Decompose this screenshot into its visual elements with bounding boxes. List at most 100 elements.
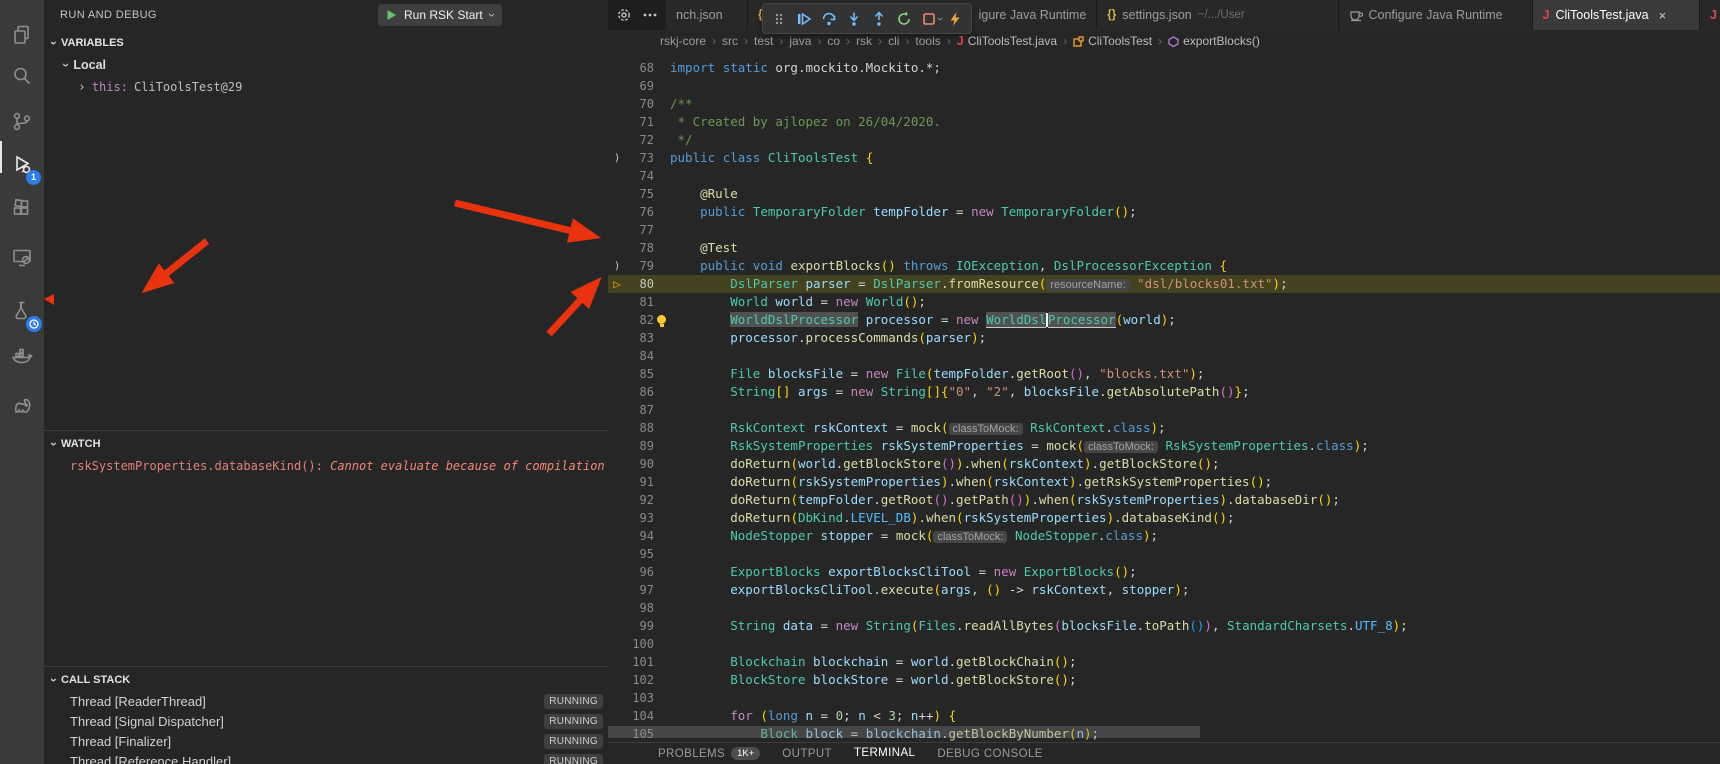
gutter-fold-column[interactable]: [608, 455, 626, 473]
gutter-fold-column[interactable]: [608, 59, 626, 77]
breadcrumb-item[interactable]: rskj-core: [660, 34, 706, 48]
breadcrumb-item[interactable]: exportBlocks(): [1168, 34, 1260, 48]
gutter-fold-column[interactable]: [608, 365, 626, 383]
code-line-88[interactable]: 88 RskContext rskContext = mock(classToM…: [608, 419, 1720, 437]
gutter-fold-column[interactable]: [608, 77, 626, 95]
gutter-fold-column[interactable]: [608, 671, 626, 689]
code-line-87[interactable]: 87: [608, 401, 1720, 419]
gutter-fold-column[interactable]: [608, 509, 626, 527]
tab-problems[interactable]: PROBLEMS 1K+: [658, 743, 760, 764]
gear-icon[interactable]: [616, 7, 632, 23]
breadcrumb-item[interactable]: java: [789, 34, 811, 48]
code-editor[interactable]: 68import static org.mockito.Mockito.*;69…: [608, 52, 1720, 764]
code-line-76[interactable]: 76 public TemporaryFolder tempFolder = n…: [608, 203, 1720, 221]
gutter-fold-column[interactable]: [608, 527, 626, 545]
code-line-78[interactable]: 78 @Test: [608, 239, 1720, 257]
gutter-fold-column[interactable]: [608, 473, 626, 491]
code-line-77[interactable]: 77: [608, 221, 1720, 239]
gutter-fold-column[interactable]: [608, 617, 626, 635]
code-line-85[interactable]: 85 File blocksFile = new File(tempFolder…: [608, 365, 1720, 383]
horizontal-scrollbar[interactable]: [608, 726, 1200, 738]
gutter-fold-column[interactable]: [608, 419, 626, 437]
source-control-icon[interactable]: [0, 102, 44, 142]
breadcrumb-item[interactable]: JCliToolsTest.java: [957, 34, 1057, 48]
code-line-97[interactable]: 97 exportBlocksCliTool.execute(args, () …: [608, 581, 1720, 599]
gutter-fold-column[interactable]: [608, 347, 626, 365]
tab-output[interactable]: OUTPUT: [782, 743, 832, 764]
gutter-fold-column[interactable]: [608, 689, 626, 707]
debug-current-line-icon[interactable]: ▷: [608, 275, 626, 293]
code-line-79[interactable]: )79 public void exportBlocks() throws IO…: [608, 257, 1720, 275]
gutter-fold-column[interactable]: [608, 131, 626, 149]
stop-dropdown-chevron-icon[interactable]: ›: [935, 17, 945, 21]
code-line-73[interactable]: )73public class CliToolsTest {: [608, 149, 1720, 167]
code-line-103[interactable]: 103: [608, 689, 1720, 707]
gutter-fold-column[interactable]: [608, 239, 626, 257]
hot-code-replace-icon[interactable]: [944, 7, 967, 31]
gutter-fold-column[interactable]: [608, 113, 626, 131]
code-line-84[interactable]: 84: [608, 347, 1720, 365]
code-line-72[interactable]: 72 */: [608, 131, 1720, 149]
code-line-104[interactable]: 104 for (long n = 0; n < 3; n++) {: [608, 707, 1720, 725]
gutter-fold-column[interactable]: [608, 401, 626, 419]
tab-settings-json[interactable]: {} settings.json ~/.../User: [1097, 0, 1338, 30]
gutter-fold-column[interactable]: [608, 437, 626, 455]
gutter-fold-column[interactable]: [608, 167, 626, 185]
docker-icon[interactable]: [0, 336, 44, 376]
close-icon[interactable]: ×: [1659, 8, 1667, 23]
gutter-fold-column[interactable]: [608, 293, 626, 311]
lightbulb-icon[interactable]: [657, 315, 666, 324]
gutter-fold-column[interactable]: [608, 599, 626, 617]
code-line-71[interactable]: 71 * Created by ajlopez on 26/04/2020.: [608, 113, 1720, 131]
run-config-dropdown[interactable]: Run RSK Start ›: [378, 4, 502, 26]
tab-launch-json[interactable]: nch.json: [666, 0, 748, 30]
code-line-100[interactable]: 100: [608, 635, 1720, 653]
code-line-102[interactable]: 102 BlockStore blockStore = world.getBlo…: [608, 671, 1720, 689]
call-stack-thread[interactable]: Thread [Reference Handler]RUNNING: [44, 751, 608, 764]
tab-clipped-next[interactable]: J: [1700, 0, 1720, 30]
code-line-98[interactable]: 98: [608, 599, 1720, 617]
code-line-75[interactable]: 75 @Rule: [608, 185, 1720, 203]
gutter-fold-column[interactable]: [608, 383, 626, 401]
call-stack-header[interactable]: › CALL STACK: [44, 669, 608, 691]
call-stack-thread[interactable]: Thread [ReaderThread]RUNNING: [44, 691, 608, 711]
gutter-fold-column[interactable]: [608, 203, 626, 221]
gutter-fold-column[interactable]: [608, 329, 626, 347]
tab-clitoolstest-java[interactable]: J CliToolsTest.java ×: [1533, 0, 1700, 30]
code-line-101[interactable]: 101 Blockchain blockchain = world.getBlo…: [608, 653, 1720, 671]
code-line-80[interactable]: ▷80 DslParser parser = DslParser.fromRes…: [608, 275, 1720, 293]
tab-configure-java-runtime[interactable]: Configure Java Runtime: [1339, 0, 1533, 30]
code-line-89[interactable]: 89 RskSystemProperties rskSystemProperti…: [608, 437, 1720, 455]
breadcrumb-item[interactable]: tools: [915, 34, 940, 48]
breadcrumb-item[interactable]: cli: [888, 34, 899, 48]
breadcrumb-item[interactable]: co: [827, 34, 840, 48]
gutter-fold-column[interactable]: [608, 707, 626, 725]
code-line-91[interactable]: 91 doReturn(rskSystemProperties).when(rs…: [608, 473, 1720, 491]
code-line-94[interactable]: 94 NodeStopper stopper = mock(classToMoc…: [608, 527, 1720, 545]
gutter-fold-column[interactable]: [608, 653, 626, 671]
breadcrumb-item[interactable]: src: [722, 34, 738, 48]
code-line-90[interactable]: 90 doReturn(world.getBlockStore()).when(…: [608, 455, 1720, 473]
breadcrumb-item[interactable]: test: [754, 34, 773, 48]
tab-terminal[interactable]: TERMINAL: [854, 743, 915, 764]
variable-this[interactable]: › this: CliToolsTest@29: [44, 76, 608, 98]
step-out-button[interactable]: [867, 7, 890, 31]
fold-marker-icon[interactable]: ): [608, 149, 626, 167]
step-over-button[interactable]: [817, 7, 840, 31]
drag-handle-icon[interactable]: [767, 7, 790, 31]
gutter-fold-column[interactable]: [608, 491, 626, 509]
code-line-82[interactable]: 82 WorldDslProcessor processor = new Wor…: [608, 311, 1720, 329]
code-line-95[interactable]: 95: [608, 545, 1720, 563]
gutter-fold-column[interactable]: [608, 635, 626, 653]
search-icon[interactable]: [0, 56, 44, 96]
variables-header[interactable]: › VARIABLES: [44, 32, 608, 54]
gutter-fold-column[interactable]: [608, 545, 626, 563]
code-line-81[interactable]: 81 World world = new World();: [608, 293, 1720, 311]
gutter-fold-column[interactable]: [608, 311, 626, 329]
code-line-92[interactable]: 92 doReturn(tempFolder.getRoot().getPath…: [608, 491, 1720, 509]
breadcrumb-item[interactable]: CliToolsTest: [1073, 34, 1152, 48]
call-stack-thread[interactable]: Thread [Finalizer]RUNNING: [44, 731, 608, 751]
files-icon[interactable]: [0, 15, 44, 55]
breadcrumb-item[interactable]: rsk: [856, 34, 872, 48]
scope-local[interactable]: › Local: [44, 54, 608, 76]
